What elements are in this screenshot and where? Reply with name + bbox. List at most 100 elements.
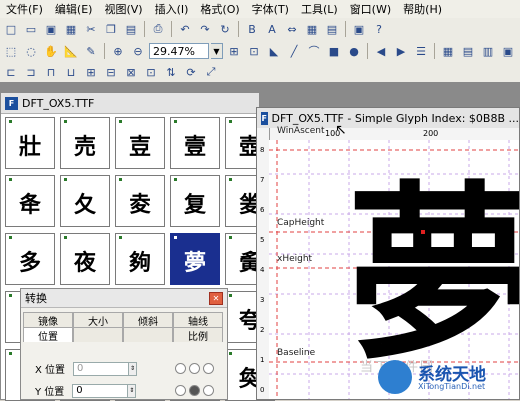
chevron-down-icon[interactable]: ▼: [211, 43, 223, 59]
menu-item[interactable]: 帮助(H): [397, 1, 448, 17]
bold-icon[interactable]: B: [243, 20, 261, 38]
pointer-icon[interactable]: ◣: [265, 42, 283, 60]
glyph-cell[interactable]: 夠: [115, 233, 165, 285]
glyph-outline[interactable]: 夢: [347, 180, 519, 370]
line-icon[interactable]: ╱: [285, 42, 303, 60]
transform-tab[interactable]: 倾斜: [123, 312, 173, 328]
open-icon[interactable]: ▭: [22, 20, 40, 38]
contour-icon[interactable]: ⊡: [245, 42, 263, 60]
view-icon[interactable]: ▣: [350, 20, 368, 38]
order-icon[interactable]: ⊡: [142, 63, 160, 81]
transform-tab[interactable]: [123, 327, 173, 342]
help-icon[interactable]: ?: [370, 20, 388, 38]
ellipse-icon[interactable]: ●: [345, 42, 363, 60]
rotate-icon[interactable]: ⟳: [182, 63, 200, 81]
glyph-cell[interactable]: 夂: [60, 175, 110, 227]
glyph-cell[interactable]: 夌: [115, 175, 165, 227]
glyph-cell[interactable]: 复: [170, 175, 220, 227]
cut-icon[interactable]: ✂: [82, 20, 100, 38]
transform-tab[interactable]: 大小: [73, 312, 123, 328]
y-position-input[interactable]: 0: [72, 383, 129, 398]
fit-icon[interactable]: ⊞: [225, 42, 243, 60]
rectangle-icon[interactable]: ■: [325, 42, 343, 60]
menu-item[interactable]: 插入(I): [149, 1, 195, 17]
outline-view-icon[interactable]: ▣: [499, 42, 517, 60]
scale-icon[interactable]: ⤢: [202, 63, 220, 81]
grid-icon[interactable]: ▦: [303, 20, 321, 38]
menu-item[interactable]: 格式(O): [194, 1, 245, 17]
x-position-input[interactable]: 0: [73, 361, 130, 376]
glyph-cell[interactable]: 夅: [5, 175, 55, 227]
paste-icon[interactable]: ▤: [122, 20, 140, 38]
copy-icon[interactable]: ❐: [102, 20, 120, 38]
glyph-cell[interactable]: 夢: [170, 233, 220, 285]
transform-tab[interactable]: 镜像: [23, 312, 73, 328]
group-icon[interactable]: ⊟: [102, 63, 120, 81]
prev-glyph-icon[interactable]: ◀: [372, 42, 390, 60]
table-view-icon[interactable]: ▤: [459, 42, 477, 60]
next-glyph-icon[interactable]: ▶: [392, 42, 410, 60]
baseline-label: Baseline: [277, 348, 316, 358]
flip-icon[interactable]: ⇅: [162, 63, 180, 81]
transform-tab[interactable]: 轴线: [173, 312, 223, 328]
glyph-cell[interactable]: 壯: [5, 117, 55, 169]
align-top-icon[interactable]: ⊔: [62, 63, 80, 81]
menu-item[interactable]: 字体(T): [246, 1, 295, 17]
metrics-view-icon[interactable]: ▥: [479, 42, 497, 60]
font-window-title: F DFT_OX5.TTF: [1, 93, 259, 114]
print-icon[interactable]: ⎙: [149, 20, 167, 38]
menu-item[interactable]: 工具(L): [295, 1, 344, 17]
glyph-cell[interactable]: 壹: [170, 117, 220, 169]
distribute-icon[interactable]: ⊞: [82, 63, 100, 81]
zoom-input[interactable]: 29.47%: [149, 43, 209, 59]
anchor-radio[interactable]: [203, 363, 214, 374]
transform-panel[interactable]: 转换 ✕ 镜像 大小 倾斜 轴线 位置 比例 X 位置 0 ⇕ Y 位置 0 ⇕: [20, 288, 228, 400]
transform-tab[interactable]: 比例: [173, 327, 223, 343]
anchor-radio[interactable]: [203, 385, 214, 396]
ungroup-icon[interactable]: ⊠: [122, 63, 140, 81]
y-spin-icon[interactable]: ⇕: [128, 383, 137, 398]
anchor-point[interactable]: [421, 230, 425, 234]
pen-icon[interactable]: ✎: [82, 42, 100, 60]
glyph-char: 夜: [73, 250, 96, 276]
zoom-in-icon[interactable]: ⊕: [109, 42, 127, 60]
table-icon[interactable]: ▤: [323, 20, 341, 38]
close-icon[interactable]: ✕: [209, 292, 223, 305]
select-rect-icon[interactable]: ⬚: [2, 42, 20, 60]
align-left-icon[interactable]: ⊏: [2, 63, 20, 81]
transform-tab[interactable]: [73, 327, 123, 342]
save-all-icon[interactable]: ▦: [62, 20, 80, 38]
transform-tab[interactable]: 位置: [23, 327, 73, 343]
undo-icon[interactable]: ↶: [176, 20, 194, 38]
grid-view-icon[interactable]: ▦: [439, 42, 457, 60]
zoom-out-icon[interactable]: ⊖: [129, 42, 147, 60]
menu-item[interactable]: 编辑(E): [49, 1, 99, 17]
anchor-radio[interactable]: [189, 363, 200, 374]
refresh-icon[interactable]: ↻: [216, 20, 234, 38]
hand-icon[interactable]: ✋: [42, 42, 60, 60]
anchor-radio[interactable]: [189, 385, 200, 396]
glyph-cell[interactable]: 壴: [115, 117, 165, 169]
font-icon[interactable]: A: [263, 20, 281, 38]
anchor-radio[interactable]: [175, 363, 186, 374]
anchor-radio[interactable]: [175, 385, 186, 396]
logo-icon: [378, 360, 412, 394]
menu-item[interactable]: 窗口(W): [344, 1, 397, 17]
glyph-cell[interactable]: 売: [60, 117, 110, 169]
new-icon[interactable]: □: [2, 20, 20, 38]
glyph-list-icon[interactable]: ☰: [412, 42, 430, 60]
align-center-icon[interactable]: ⊐: [22, 63, 40, 81]
menu-item[interactable]: 视图(V): [98, 1, 148, 17]
save-icon[interactable]: ▣: [42, 20, 60, 38]
glyph-cell[interactable]: 夜: [60, 233, 110, 285]
redo-icon[interactable]: ↷: [196, 20, 214, 38]
measure-icon[interactable]: 📐: [62, 42, 80, 60]
align-right-icon[interactable]: ⊓: [42, 63, 60, 81]
menu-item[interactable]: 文件(F): [0, 1, 49, 17]
curve-icon[interactable]: ⌒: [305, 42, 323, 60]
cell-marker-icon: [229, 178, 232, 181]
x-spin-icon[interactable]: ⇕: [129, 361, 138, 376]
kerning-icon[interactable]: ⇔: [283, 20, 301, 38]
lasso-icon[interactable]: ◌: [22, 42, 40, 60]
glyph-cell[interactable]: 多: [5, 233, 55, 285]
